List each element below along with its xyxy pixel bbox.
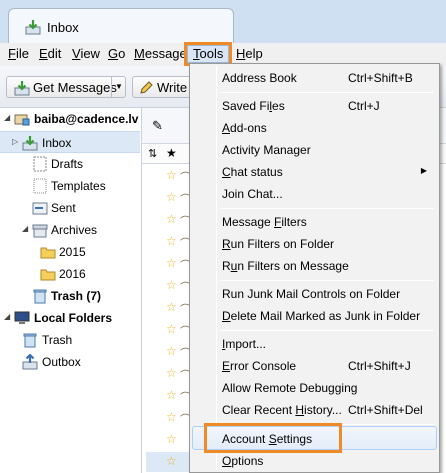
star-icon[interactable]: ☆ — [166, 190, 177, 204]
folder-archives[interactable]: ◢ Archives — [0, 219, 140, 241]
inbox-icon — [22, 136, 38, 151]
menu-item-chat-status[interactable]: Chat status ▶ — [192, 161, 437, 183]
menu-separator — [220, 280, 434, 281]
menu-item-options[interactable]: Options — [192, 450, 437, 472]
thread-column-icon[interactable]: ⇅ — [148, 147, 157, 160]
folder-icon — [40, 247, 56, 259]
menu-item-error-console[interactable]: Error Console Ctrl+Shift+J — [192, 355, 437, 377]
folder-templates[interactable]: Templates — [0, 175, 140, 197]
menu-item-activity-manager[interactable]: Activity Manager — [192, 139, 437, 161]
pin-icon[interactable]: ✎ — [152, 118, 163, 134]
menu-separator — [220, 208, 434, 209]
menu-item-import[interactable]: Import... — [192, 333, 437, 355]
star-icon[interactable]: ☆ — [166, 366, 177, 380]
menu-item-join-chat[interactable]: Join Chat... — [192, 183, 437, 205]
menu-item-remote-debugging[interactable]: Allow Remote Debugging — [192, 377, 437, 399]
get-messages-icon — [14, 81, 30, 96]
menu-item-delete-junk[interactable]: Delete Mail Marked as Junk in Folder — [192, 305, 437, 327]
write-button[interactable]: Write — [132, 76, 192, 98]
star-icon[interactable]: ☆ — [166, 322, 177, 336]
menu-item-message-filters[interactable]: Message Filters — [192, 211, 437, 233]
folder-pane: ◢ baiba@cadence.lv ▷ Inbox Drafts Templa… — [0, 108, 142, 473]
sent-icon — [32, 202, 48, 215]
star-icon[interactable]: ☆ — [166, 454, 177, 468]
inbox-icon — [25, 20, 41, 35]
menu-edit[interactable]: Edit — [39, 46, 61, 61]
folder-2016[interactable]: 2016 — [0, 263, 140, 285]
split-divider — [111, 77, 112, 97]
star-icon[interactable]: ☆ — [166, 388, 177, 402]
drafts-icon — [33, 156, 47, 172]
dropdown-arrow-icon[interactable]: ▼ — [115, 82, 123, 91]
menu-message[interactable]: Message — [134, 46, 187, 61]
menu-view[interactable]: View — [72, 46, 100, 61]
expand-twisty-icon[interactable]: ◢ — [4, 313, 12, 321]
star-icon[interactable]: ☆ — [166, 300, 177, 314]
folder-local-trash[interactable]: Trash — [0, 329, 140, 351]
star-column-icon[interactable]: ★ — [166, 146, 177, 160]
get-messages-button[interactable]: Get Messages ▼ — [6, 76, 126, 98]
trash-icon — [33, 289, 47, 304]
expand-twisty-icon[interactable]: ◢ — [22, 225, 30, 233]
star-icon[interactable]: ☆ — [166, 432, 177, 446]
collapse-twisty-icon[interactable]: ▷ — [12, 138, 20, 146]
folder-trash[interactable]: Trash (7) — [0, 285, 140, 307]
menu-item-saved-files[interactable]: Saved Files Ctrl+J — [192, 95, 437, 117]
star-icon[interactable]: ☆ — [166, 344, 177, 358]
folder-drafts[interactable]: Drafts — [0, 153, 140, 175]
folder-outbox[interactable]: Outbox — [0, 351, 140, 373]
star-icon[interactable]: ☆ — [166, 410, 177, 424]
folder-2015[interactable]: 2015 — [0, 241, 140, 263]
computer-icon — [14, 311, 30, 324]
outbox-icon — [22, 354, 38, 370]
star-icon[interactable]: ☆ — [166, 234, 177, 248]
submenu-arrow-icon: ▶ — [420, 166, 427, 175]
star-icon[interactable]: ☆ — [166, 212, 177, 226]
account-settings-highlight-box — [204, 423, 342, 453]
title-bar: Inbox — [0, 0, 446, 44]
pencil-icon — [140, 81, 153, 94]
menu-item-addons[interactable]: Add-ons — [192, 117, 437, 139]
trash-icon — [23, 333, 37, 348]
tab-title: Inbox — [47, 20, 79, 35]
archive-box-icon — [32, 224, 48, 238]
menu-item-run-junk-controls[interactable]: Run Junk Mail Controls on Folder — [192, 283, 437, 305]
menu-file[interactable]: File — [8, 46, 29, 61]
menu-item-run-filters-message[interactable]: Run Filters on Message — [192, 255, 437, 277]
account-local-folders[interactable]: ◢ Local Folders — [0, 307, 140, 329]
menu-separator — [220, 330, 434, 331]
expand-twisty-icon[interactable]: ◢ — [4, 114, 12, 122]
menu-item-run-filters-folder[interactable]: Run Filters on Folder — [192, 233, 437, 255]
star-icon[interactable]: ☆ — [166, 278, 177, 292]
menu-go[interactable]: Go — [108, 46, 125, 61]
folder-icon — [40, 269, 56, 281]
menu-item-address-book[interactable]: Address Book Ctrl+Shift+B — [192, 67, 437, 89]
folder-inbox[interactable]: ▷ Inbox — [0, 131, 140, 153]
account-baiba[interactable]: ◢ baiba@cadence.lv — [0, 108, 140, 130]
folder-sent[interactable]: Sent — [0, 197, 140, 219]
star-icon[interactable]: ☆ — [166, 256, 177, 270]
menu-separator — [220, 92, 434, 93]
star-icon[interactable]: ☆ — [166, 168, 177, 182]
menu-help[interactable]: Help — [236, 46, 263, 61]
tools-menu: Address Book Ctrl+Shift+B Saved Files Ct… — [189, 63, 440, 473]
templates-icon — [33, 178, 47, 194]
tab-inbox[interactable]: Inbox — [8, 8, 234, 44]
menu-item-clear-history[interactable]: Clear Recent History... Ctrl+Shift+Del — [192, 399, 437, 421]
account-icon — [14, 114, 30, 126]
